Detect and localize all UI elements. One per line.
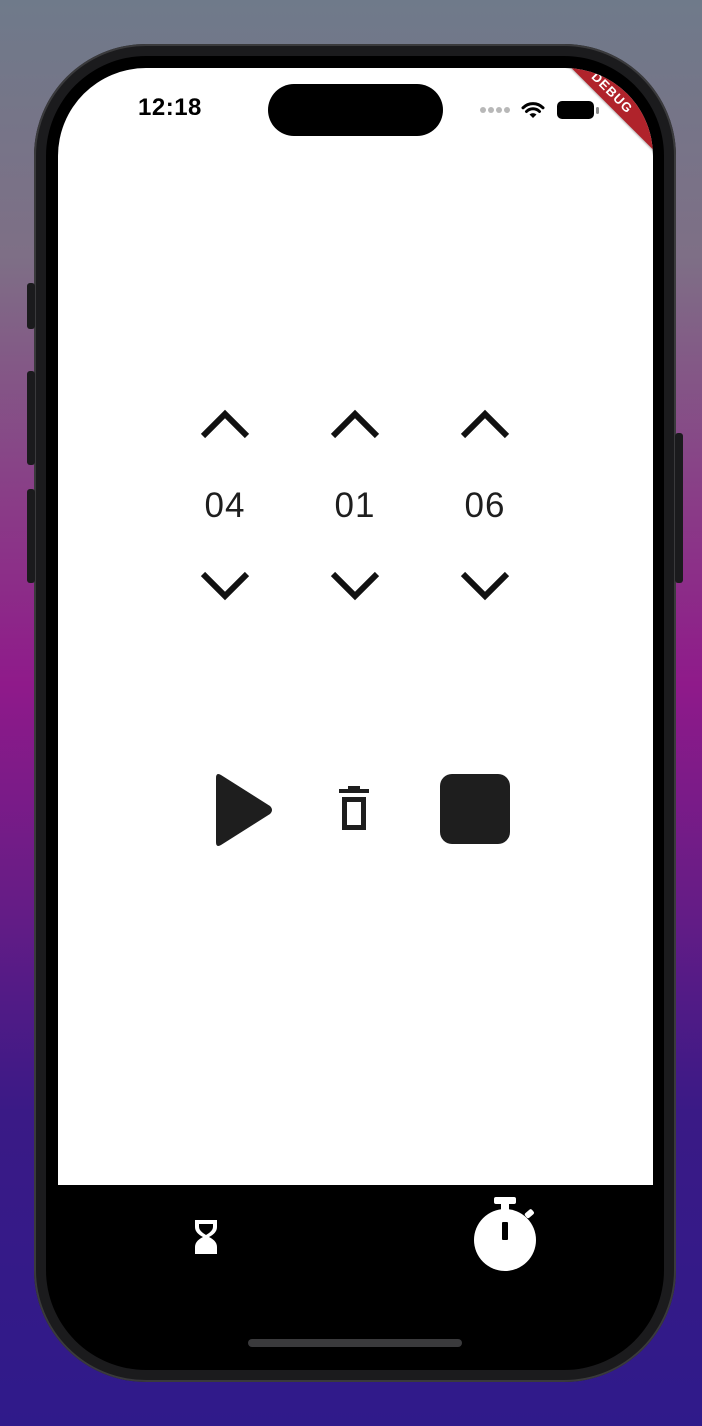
hours-column: 04	[175, 404, 275, 604]
volume-up-button	[27, 371, 35, 465]
wifi-icon	[521, 102, 545, 118]
screen: 12:18 DEBUG 04 01 06	[58, 68, 653, 1358]
home-indicator	[248, 1339, 462, 1347]
dynamic-island	[268, 84, 443, 136]
silent-switch	[27, 283, 35, 329]
seconds-increment-chevron-up-icon[interactable]	[455, 404, 515, 444]
stop-icon[interactable]	[440, 774, 510, 844]
bottom-tab-bar	[58, 1185, 653, 1358]
timer-controls	[198, 768, 518, 858]
minutes-value: 01	[334, 486, 376, 525]
volume-down-button	[27, 489, 35, 583]
seconds-value: 06	[464, 486, 506, 525]
battery-icon	[557, 101, 599, 119]
seconds-column: 06	[435, 404, 535, 604]
hourglass-icon[interactable]	[194, 1219, 218, 1255]
stopwatch-icon[interactable]	[470, 1197, 540, 1273]
status-bar: 12:18 DEBUG	[58, 68, 653, 158]
hours-increment-chevron-up-icon[interactable]	[195, 404, 255, 444]
seconds-decrement-chevron-down-icon[interactable]	[455, 566, 515, 606]
time-picker: 04 01 06	[175, 404, 535, 604]
signal-icon	[480, 107, 510, 113]
power-button	[675, 433, 683, 583]
minutes-decrement-chevron-down-icon[interactable]	[325, 566, 385, 606]
status-icons	[478, 98, 600, 122]
play-icon[interactable]	[210, 772, 274, 848]
minutes-column: 01	[305, 404, 405, 604]
hours-decrement-chevron-down-icon[interactable]	[195, 566, 255, 606]
status-time: 12:18	[138, 94, 202, 121]
minutes-increment-chevron-up-icon[interactable]	[325, 404, 385, 444]
hours-value: 04	[204, 486, 246, 525]
trash-icon[interactable]	[334, 786, 374, 832]
app-body: 12:18 DEBUG 04 01 06	[58, 68, 653, 1185]
